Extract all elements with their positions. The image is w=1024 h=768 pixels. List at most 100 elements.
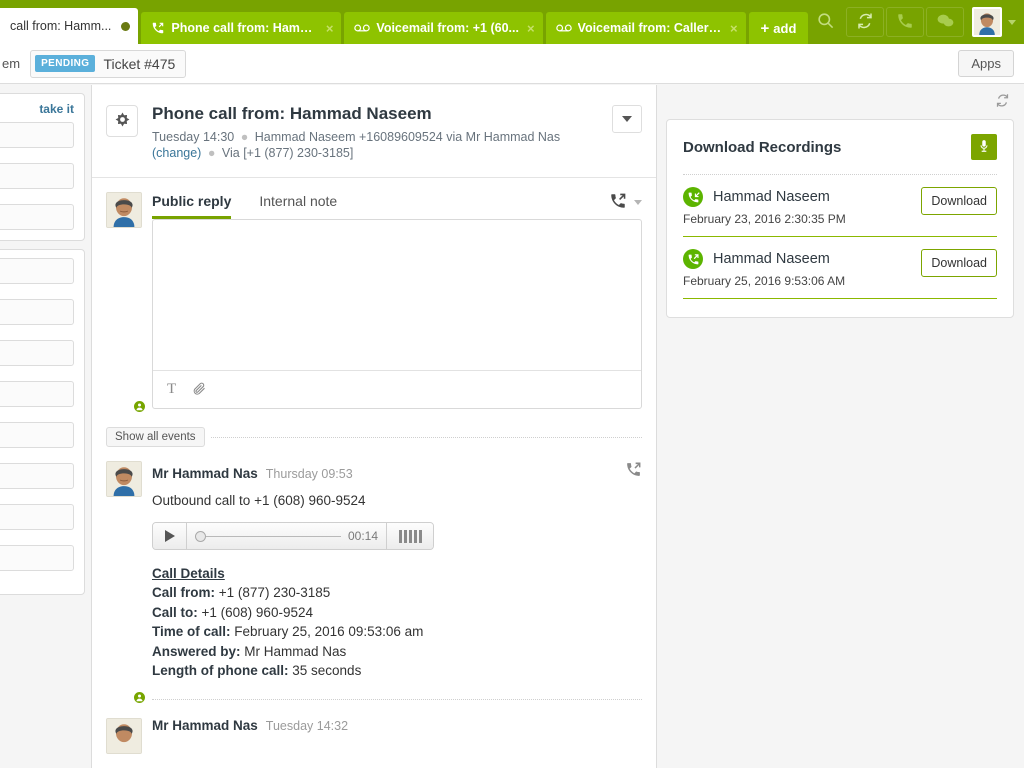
take-it-link[interactable]: take it <box>0 102 74 116</box>
chat-button[interactable] <box>926 7 964 37</box>
status-badge: PENDING <box>35 55 96 72</box>
waveform-button[interactable] <box>387 523 433 550</box>
reply-input[interactable] <box>153 220 641 370</box>
paperclip-icon[interactable] <box>192 381 207 399</box>
gear-icon <box>114 111 131 131</box>
event-author: Mr Hammad Nas <box>152 466 258 482</box>
tab-public-reply[interactable]: Public reply <box>152 193 232 219</box>
download-button[interactable]: Download <box>921 187 997 215</box>
chat-icon <box>936 12 955 33</box>
reply-tab-list: Public reply Internal note <box>152 192 642 219</box>
group-field[interactable] <box>0 163 74 189</box>
property-field-3[interactable] <box>0 340 74 366</box>
avatar <box>106 192 142 229</box>
waveform-icon <box>398 529 402 543</box>
divider <box>210 436 642 438</box>
tab-phone-call[interactable]: Phone call from: Hamm... × <box>141 12 342 44</box>
close-icon[interactable]: × <box>730 22 738 35</box>
tab-strip: call from: Hamm... Phone call from: Hamm… <box>0 0 809 44</box>
download-button[interactable]: Download <box>921 249 997 277</box>
user-avatar[interactable] <box>972 7 1002 37</box>
search-button[interactable] <box>806 7 844 37</box>
event-item: Mr Hammad Nas Tuesday 14:32 <box>106 706 642 754</box>
detail-value: 35 seconds <box>292 663 362 679</box>
refresh-button[interactable] <box>846 7 884 37</box>
avatar <box>106 718 142 754</box>
tab-internal-note[interactable]: Internal note <box>259 193 337 219</box>
composer-channel-selector[interactable] <box>609 192 642 219</box>
recording-caller-name: Hammad Naseem <box>713 251 830 267</box>
text-format-button[interactable]: T <box>167 381 176 398</box>
ticket-actions-button[interactable] <box>106 105 138 137</box>
call-detail-row: Call from: +1 (877) 230-3185 <box>152 583 642 603</box>
reply-toolbar: T <box>153 370 641 408</box>
refresh-icon[interactable] <box>995 93 1010 111</box>
property-field-4[interactable] <box>0 381 74 407</box>
property-field-5[interactable] <box>0 422 74 448</box>
tab-voicemail-1[interactable]: Voicemail from: +1 (60... × <box>344 12 543 44</box>
detail-value: +1 (608) 960-9524 <box>201 604 313 620</box>
recording-info: Hammad Naseem February 25, 2016 9:53:06 … <box>683 249 911 288</box>
add-tab-label: add <box>773 20 797 36</box>
phone-icon <box>896 12 914 33</box>
recording-caller-name: Hammad Naseem <box>713 189 830 205</box>
voicemail-icon <box>555 23 572 33</box>
inbound-call-icon <box>683 187 703 207</box>
meta-separator: ● <box>207 145 216 160</box>
ticket-chip[interactable]: PENDING Ticket #475 <box>30 49 187 78</box>
agent-badge-icon <box>132 399 147 415</box>
ticket-number: Ticket #475 <box>103 55 176 72</box>
tab-active-phone-call[interactable]: call from: Hamm... <box>0 8 139 44</box>
ticket-meta-requester: Hammad Naseem +16089609524 via Mr Hammad… <box>254 129 561 144</box>
event-body: Mr Hammad Nas Thursday 09:53 Outbound ca… <box>152 461 642 700</box>
apps-refresh-row <box>658 85 1024 111</box>
followers-field[interactable] <box>0 204 74 230</box>
phone-button[interactable] <box>886 7 924 37</box>
call-detail-row: Answered by: Mr Hammad Nas <box>152 642 642 662</box>
ticket-properties-card <box>0 249 85 595</box>
audio-player[interactable]: 00:14 <box>152 522 434 551</box>
waveform-icon <box>418 529 422 543</box>
property-field-1[interactable] <box>0 258 74 284</box>
event-body: Mr Hammad Nas Tuesday 14:32 <box>152 718 642 754</box>
apps-button[interactable]: Apps <box>958 50 1014 77</box>
top-bar-actions <box>804 0 1024 44</box>
close-icon[interactable]: × <box>527 22 535 35</box>
call-detail-row: Call to: +1 (608) 960-9524 <box>152 603 642 623</box>
playback-scrubber[interactable]: 00:14 <box>187 523 387 550</box>
property-field-7[interactable] <box>0 504 74 530</box>
ticket-meta-via: Via [+1 (877) 230-3185] <box>221 145 354 160</box>
outbound-call-icon <box>625 461 642 481</box>
assignee-field[interactable] <box>0 122 74 148</box>
event-author: Mr Hammad Nas <box>152 718 258 733</box>
chevron-down-icon[interactable] <box>1008 19 1016 25</box>
tab-voicemail-2[interactable]: Voicemail from: Caller ... × <box>545 12 746 44</box>
record-button[interactable] <box>971 134 997 160</box>
property-field-6[interactable] <box>0 463 74 489</box>
event-header: Mr Hammad Nas Tuesday 14:32 <box>152 718 642 733</box>
assignee-card: take it <box>0 93 85 241</box>
play-button[interactable] <box>153 523 187 550</box>
show-all-events-button[interactable]: Show all events <box>106 427 205 448</box>
recording-name-row: Hammad Naseem <box>683 249 911 269</box>
detail-value: February 25, 2016 09:53:06 am <box>234 624 424 640</box>
call-detail-row: Length of phone call: 35 seconds <box>152 661 642 681</box>
property-field-2[interactable] <box>0 299 74 325</box>
scrubber-track <box>206 535 341 537</box>
add-tab-button[interactable]: + add <box>748 12 809 44</box>
detail-value: Mr Hammad Nas <box>244 643 347 659</box>
recording-date: February 25, 2016 9:53:06 AM <box>683 274 846 288</box>
play-icon <box>164 530 175 543</box>
card-title: Download Recordings <box>683 138 842 156</box>
scrubber-handle[interactable] <box>195 530 206 542</box>
close-icon[interactable]: × <box>326 22 334 35</box>
property-field-8[interactable] <box>0 545 74 571</box>
detail-label: Length of phone call: <box>152 663 289 679</box>
change-requester-link[interactable]: (change) <box>152 146 201 160</box>
voicemail-icon <box>354 23 371 33</box>
breadcrumb-cut: em <box>2 56 21 71</box>
event-header: Mr Hammad Nas Thursday 09:53 <box>152 461 642 481</box>
waveform-icon <box>403 529 407 543</box>
waveform-icon <box>413 529 417 543</box>
ticket-dropdown-button[interactable] <box>612 105 642 133</box>
